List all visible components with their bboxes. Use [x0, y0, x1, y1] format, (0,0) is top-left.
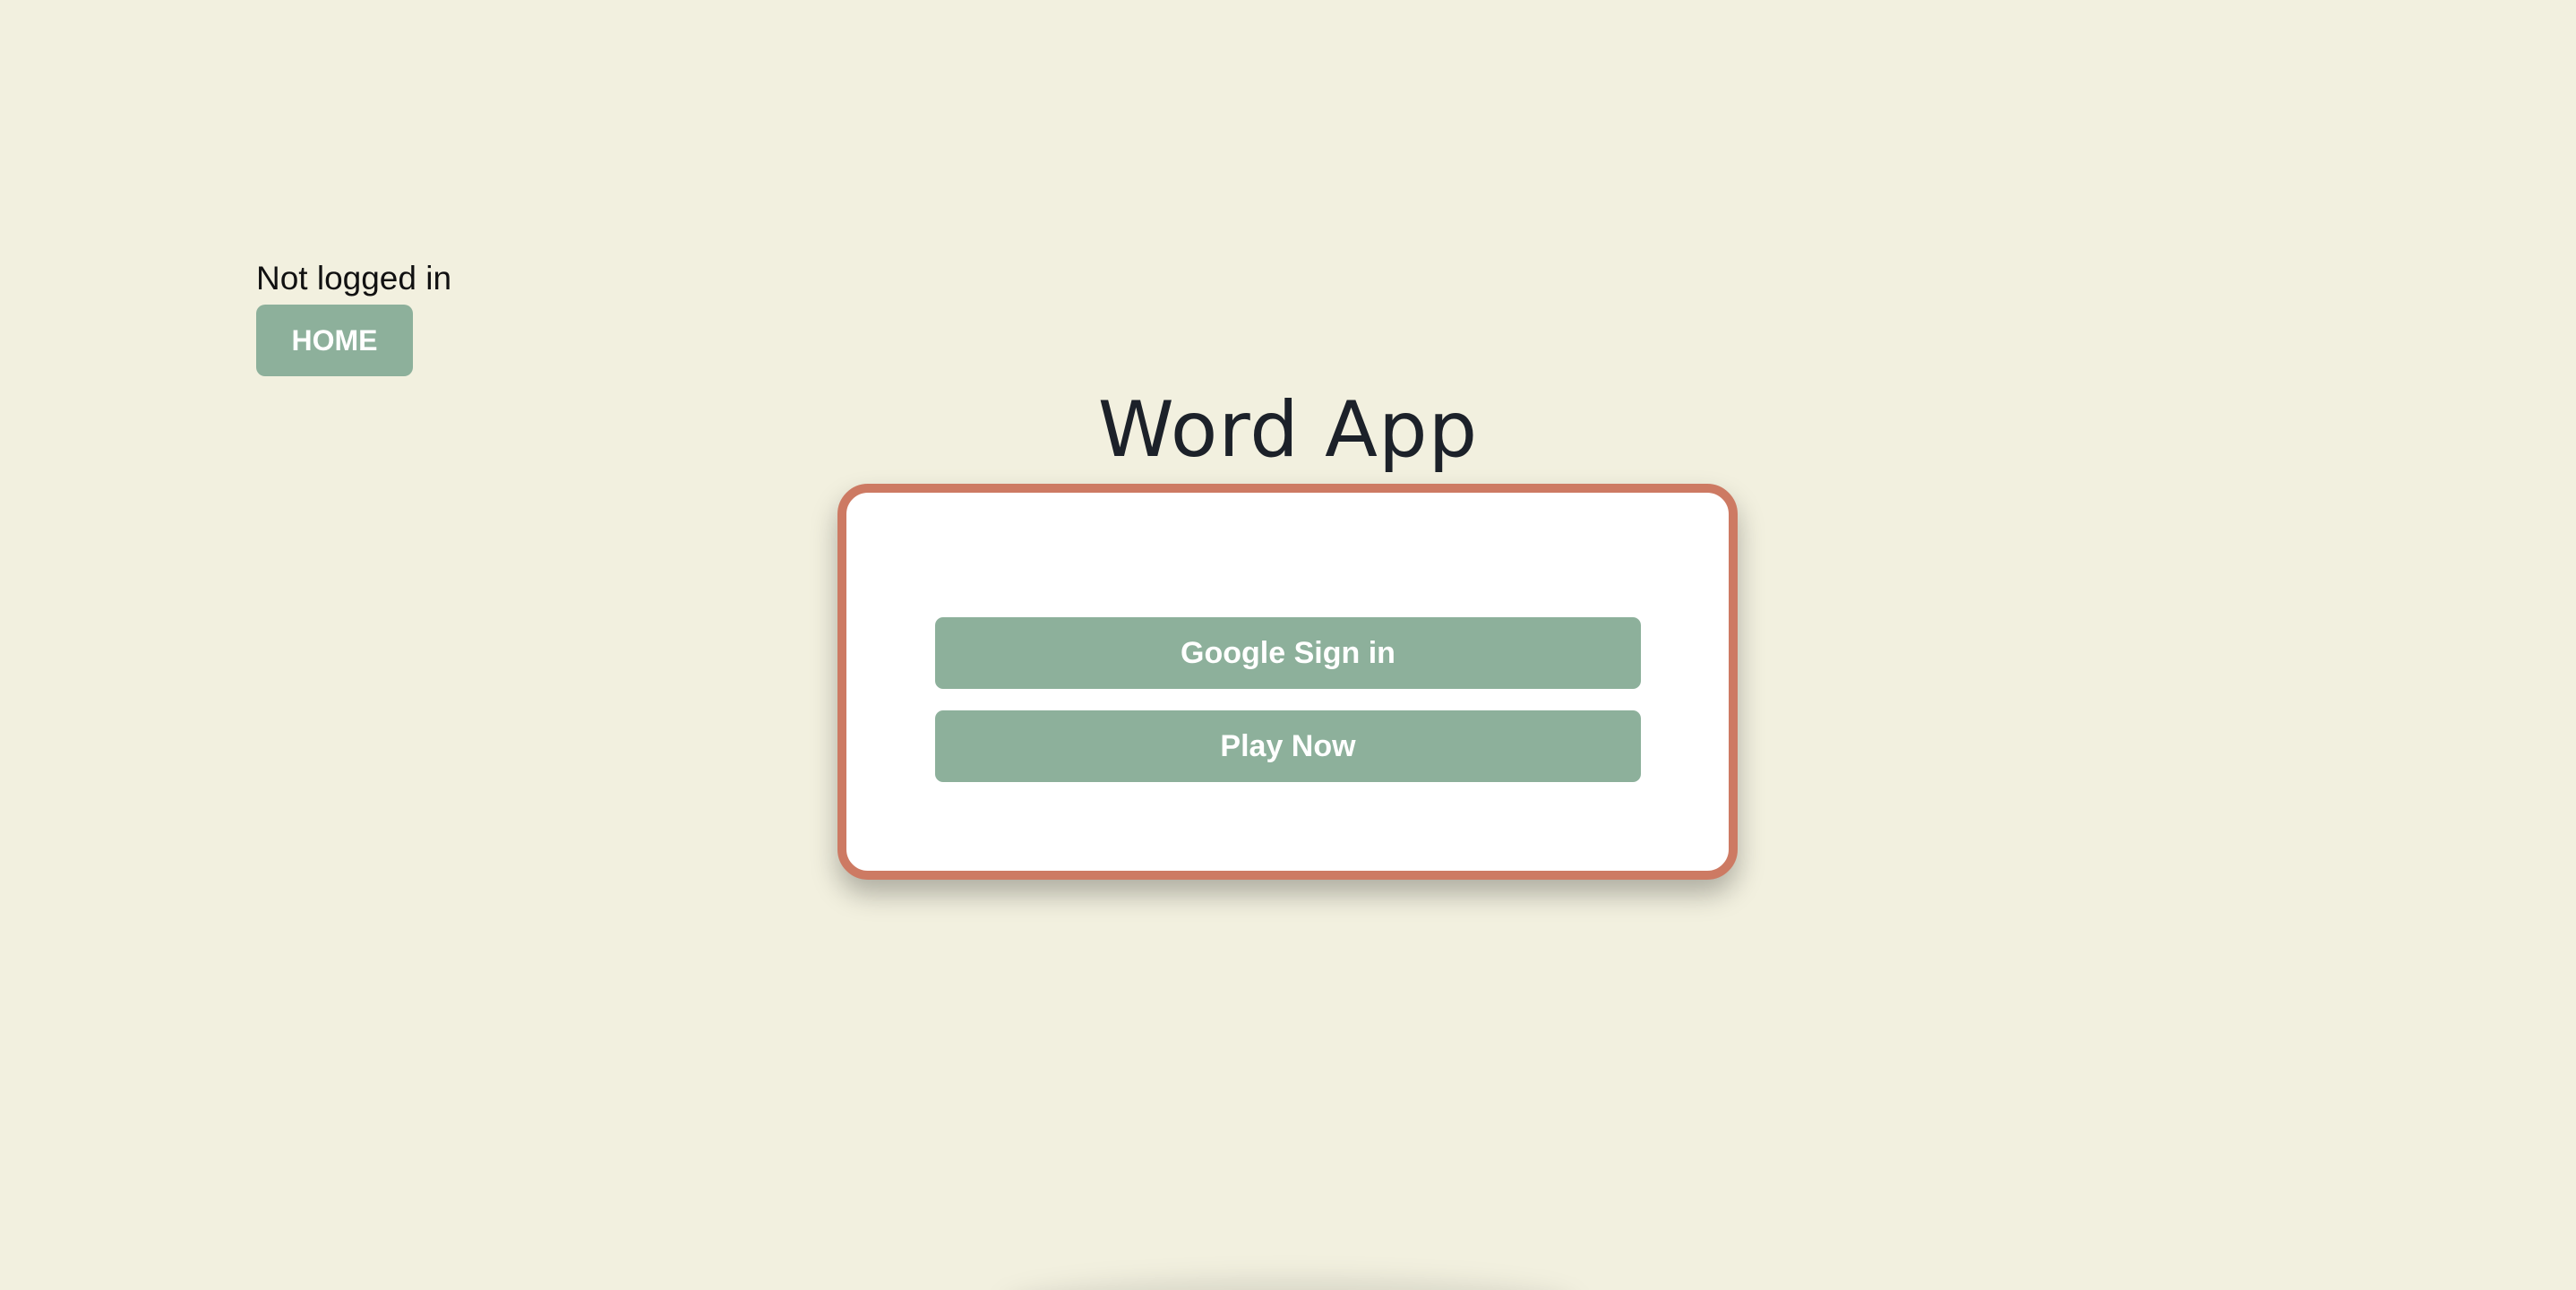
home-button[interactable]: HOME: [256, 305, 413, 376]
play-now-button[interactable]: Play Now: [935, 710, 1641, 782]
bottom-shadow: [1003, 1279, 1576, 1290]
page-title: Word App: [1097, 385, 1479, 475]
google-sign-in-button[interactable]: Google Sign in: [935, 617, 1641, 689]
login-status-text: Not logged in: [256, 260, 452, 297]
